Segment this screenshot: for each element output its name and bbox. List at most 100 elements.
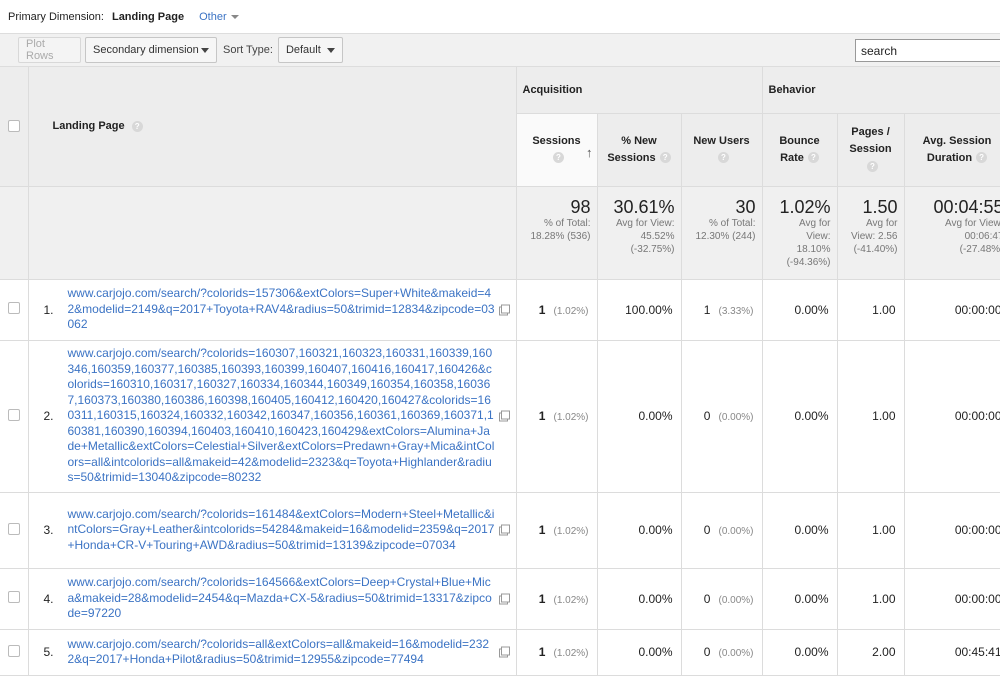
- landing-page-link[interactable]: www.carjojo.com/search/?colorids=161484&…: [29, 507, 516, 554]
- new-users-value: 0: [703, 523, 711, 537]
- avg-session-duration-header[interactable]: Avg. Session Duration?: [904, 113, 1000, 187]
- landing-page-link[interactable]: www.carjojo.com/search/?colorids=157306&…: [29, 286, 516, 333]
- totals-duration-avg: 00:06:47: [964, 230, 1000, 242]
- row-checkbox-cell: [0, 340, 29, 493]
- help-icon[interactable]: ?: [131, 120, 143, 132]
- row-checkbox[interactable]: [7, 644, 20, 657]
- new-users-cell: 0 (0.00%): [681, 340, 763, 493]
- pages-value: 1.00: [872, 523, 896, 537]
- pages-value: 1.00: [872, 302, 896, 317]
- landing-page-cell: 2. www.carjojo.com/search/?colorids=16030…: [28, 340, 517, 493]
- new-users-header[interactable]: New Users ?: [681, 113, 763, 187]
- acquisition-label: Acquisition: [522, 83, 583, 96]
- sessions-cell: 1 (1.02%): [516, 340, 598, 493]
- totals-pages-avg: View: 2.56: [850, 230, 898, 242]
- new-users-value: 0: [703, 645, 711, 659]
- open-in-new-window-icon[interactable]: [498, 593, 510, 604]
- sessions-value: 1: [538, 591, 546, 606]
- row-checkbox[interactable]: [7, 522, 20, 535]
- sessions-value: 1: [538, 523, 546, 537]
- totals-sessions-detail: 18.28% (536): [530, 230, 591, 242]
- primary-dimension-landing-page[interactable]: Landing Page: [112, 11, 184, 23]
- sessions-header[interactable]: Sessions ? ↑: [516, 113, 598, 187]
- row-checkbox-cell: [0, 629, 29, 676]
- open-in-new-window-icon[interactable]: [498, 410, 510, 422]
- totals-new-users-value: 30: [735, 196, 756, 217]
- bounce-rate-cell: 0.00%: [762, 279, 838, 341]
- table-row: 2. www.carjojo.com/search/?colorids=16030…: [0, 340, 1000, 493]
- pages-per-session-cell: 1.00: [837, 340, 905, 493]
- duration-value: 00:00:00: [954, 302, 1000, 317]
- row-checkbox-cell: [0, 279, 29, 341]
- totals-row: 98 % of Total: 18.28% (536) 30.61% Avg f…: [0, 186, 1000, 280]
- landing-page-link[interactable]: www.carjojo.com/search/?colorids=160307,…: [29, 346, 516, 486]
- new-users-percent: (0.00%): [718, 526, 754, 537]
- new-users-value: 1: [703, 302, 711, 317]
- bounce-rate-cell: 0.00%: [762, 340, 838, 493]
- avg-duration-cell: 00:00:00: [904, 568, 1000, 630]
- landing-page-link[interactable]: www.carjojo.com/search/?colorids=164566&…: [29, 575, 516, 622]
- sort-ascending-icon: ↑: [586, 144, 593, 160]
- totals-new-users-caption: % of Total:: [708, 217, 756, 229]
- pct-new-header-label: % New: [621, 134, 657, 147]
- select-all-checkbox[interactable]: [7, 120, 20, 132]
- duration-value: 00:00:00: [954, 591, 1000, 606]
- new-users-cell: 1 (3.33%): [681, 279, 763, 341]
- totals-duration-caption: Avg for View:: [944, 217, 1000, 229]
- totals-pct-new-diff: (-32.75%): [630, 243, 675, 255]
- help-icon[interactable]: ?: [659, 152, 671, 164]
- plot-rows-button[interactable]: Plot Rows: [18, 37, 81, 63]
- help-icon[interactable]: ?: [553, 152, 564, 164]
- bounce-value: 0.00%: [794, 523, 829, 537]
- open-in-new-window-icon[interactable]: [498, 304, 510, 315]
- new-users-cell: 0 (0.00%): [681, 568, 763, 630]
- totals-sessions-caption: % of Total:: [543, 217, 591, 229]
- row-checkbox[interactable]: [7, 591, 20, 603]
- pct-new-sessions-cell: 0.00%: [597, 568, 682, 630]
- help-icon[interactable]: ?: [718, 152, 729, 164]
- duration-header-label-2: Duration: [926, 151, 973, 164]
- sessions-percent: (1.02%): [553, 594, 589, 606]
- totals-pages-caption: Avg for: [866, 217, 898, 229]
- secondary-dimension-dropdown[interactable]: Secondary dimension: [85, 37, 217, 63]
- pages-per-session-cell: 1.00: [837, 279, 905, 341]
- primary-dimension-other[interactable]: Other: [199, 11, 239, 23]
- pages-per-session-header[interactable]: Pages / Session ?: [837, 113, 905, 187]
- avg-duration-cell: 00:45:41: [904, 629, 1000, 676]
- row-checkbox-cell: [0, 568, 29, 630]
- bounce-value: 0.00%: [794, 591, 829, 606]
- totals-pct-new-caption: Avg for View:: [615, 217, 675, 229]
- landing-page-header[interactable]: Landing Page ?: [28, 67, 517, 187]
- pct-new-header-label-2: Sessions: [607, 151, 656, 164]
- search-input[interactable]: [855, 39, 1000, 62]
- row-checkbox[interactable]: [7, 408, 20, 421]
- landing-page-link[interactable]: www.carjojo.com/search/?colorids=all&ext…: [29, 637, 516, 668]
- totals-label-cell: [28, 186, 517, 280]
- table-body: 1. www.carjojo.com/search/?colorids=15730…: [0, 279, 1000, 676]
- help-icon[interactable]: ?: [867, 160, 878, 172]
- avg-duration-cell: 00:00:00: [904, 340, 1000, 493]
- help-icon[interactable]: ?: [976, 152, 988, 164]
- row-checkbox[interactable]: [7, 302, 20, 314]
- sort-type-label: Sort Type:: [223, 44, 273, 56]
- bounce-rate-header[interactable]: Bounce Rate?: [762, 113, 838, 187]
- pct-new-sessions-header[interactable]: % New Sessions?: [597, 113, 682, 187]
- duration-header-label: Avg. Session: [922, 134, 992, 147]
- pct-new-value: 0.00%: [638, 591, 673, 606]
- duration-value: 00:45:41: [954, 645, 1000, 659]
- avg-duration-cell: 00:00:00: [904, 492, 1000, 569]
- bounce-value: 0.00%: [794, 409, 829, 423]
- row-checkbox-cell: [0, 492, 29, 569]
- pct-new-sessions-cell: 100.00%: [597, 279, 682, 341]
- open-in-new-window-icon[interactable]: [498, 524, 510, 536]
- table-row: 4. www.carjojo.com/search/?colorids=16456…: [0, 568, 1000, 630]
- bounce-header-label: Bounce: [779, 134, 820, 147]
- totals-pct-new-value: 30.61%: [613, 196, 675, 217]
- bounce-rate-cell: 0.00%: [762, 568, 838, 630]
- acquisition-group-header: Acquisition: [516, 67, 763, 114]
- open-in-new-window-icon[interactable]: [498, 646, 510, 658]
- sort-type-dropdown[interactable]: Default: [277, 37, 343, 63]
- help-icon[interactable]: ?: [807, 152, 819, 164]
- sessions-percent: (1.02%): [553, 412, 589, 423]
- bounce-rate-cell: 0.00%: [762, 492, 838, 569]
